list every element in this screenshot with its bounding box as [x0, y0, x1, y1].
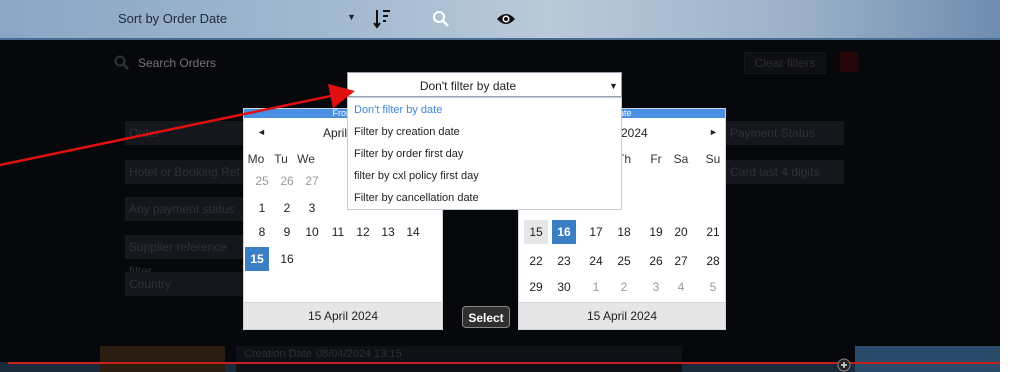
calendar-day[interactable]: 2	[275, 196, 299, 220]
weekday-label: Su	[705, 152, 721, 166]
top-toolbar: Sort by Order Date ▼	[0, 0, 1000, 40]
calendar-day[interactable]: 16	[275, 247, 299, 271]
calendar-day[interactable]: 21	[701, 220, 725, 244]
annotation-line	[8, 362, 1000, 364]
date-filter-select[interactable]: Don't filter by date ▼	[347, 72, 622, 97]
calendar-day[interactable]: 14	[401, 220, 425, 244]
calendar-day[interactable]: 19	[644, 220, 668, 244]
calendar-day[interactable]: 2	[612, 275, 636, 299]
creation-date-label: Creation Date	[244, 348, 312, 360]
date-filter-option-creation[interactable]: Filter by creation date	[354, 126, 460, 138]
sort-select[interactable]: Sort by Order Date	[118, 11, 227, 26]
weekday-label: Tu	[274, 152, 288, 166]
calendar-day[interactable]: 27	[669, 249, 693, 273]
calendar-day[interactable]: 15	[524, 220, 548, 244]
calendar-day[interactable]: 9	[275, 220, 299, 244]
payment-status-field[interactable]: Any payment status	[125, 197, 250, 221]
date-filter-menu: Don't filter by date Filter by creation …	[347, 97, 622, 210]
order-filter-field[interactable]: Order	[125, 121, 250, 145]
calendar-day[interactable]: 4	[669, 275, 693, 299]
calendar-day[interactable]: 28	[701, 249, 725, 273]
weekday-label: Sa	[673, 152, 689, 166]
card-last4-field[interactable]: Card last 4 digits	[726, 160, 844, 184]
calendar-day[interactable]: 25	[612, 249, 636, 273]
page-edge	[1000, 0, 1015, 372]
calendar-day[interactable]: 5	[701, 275, 725, 299]
calendar-day[interactable]: 23	[552, 249, 576, 273]
chevron-down-icon: ▼	[609, 81, 618, 91]
calendar-day[interactable]: 30	[552, 275, 576, 299]
remove-filter-button[interactable]	[840, 52, 858, 72]
booking-ref-field[interactable]: Hotel or Booking Ref	[125, 160, 250, 184]
country-field[interactable]: Country	[125, 272, 250, 296]
calendar-day[interactable]: 26	[644, 249, 668, 273]
search-icon[interactable]	[432, 10, 450, 28]
calendar-day[interactable]: 18	[612, 220, 636, 244]
calendar-day[interactable]: 3	[644, 275, 668, 299]
supplier-reference-field[interactable]: Supplier reference filter	[125, 235, 250, 278]
calendar-day[interactable]: 25	[250, 169, 274, 193]
eye-icon[interactable]	[496, 11, 516, 27]
calendar-day[interactable]: 27	[300, 169, 324, 193]
calendar-day-selected[interactable]: 15	[245, 247, 269, 271]
calendar-day[interactable]: 8	[250, 220, 274, 244]
calendar-day[interactable]: 13	[376, 220, 400, 244]
date-filter-option-cancellation[interactable]: Filter by cancellation date	[354, 192, 479, 204]
clear-filters-button[interactable]: Clear filters	[744, 52, 826, 74]
calendar-day[interactable]: 17	[584, 220, 608, 244]
background-photo	[855, 346, 1000, 372]
calendar-day[interactable]: 3	[300, 196, 324, 220]
calendar-from-month: April	[323, 126, 348, 140]
calendar-day-selected[interactable]: 16	[552, 220, 576, 244]
weekday-label: Mo	[247, 152, 265, 166]
weekday-label: We	[297, 152, 315, 166]
payment-status-filter[interactable]: Payment Status	[726, 121, 844, 145]
calendar-day[interactable]: 11	[326, 220, 350, 244]
calendar-day[interactable]: 1	[250, 196, 274, 220]
calendar-to-footer: 15 April 2024	[519, 302, 725, 329]
hotel-thumbnail	[100, 346, 225, 372]
calendar-day[interactable]: 24	[584, 249, 608, 273]
search-icon	[114, 55, 129, 70]
calendar-day[interactable]: 26	[275, 169, 299, 193]
calendar-to-month: 2024	[621, 126, 648, 140]
calendar-day[interactable]: 22	[524, 249, 548, 273]
calendar-day[interactable]: 29	[524, 275, 548, 299]
weekday-label: Fr	[650, 152, 662, 166]
calendar-day[interactable]: 10	[300, 220, 324, 244]
date-filter-option-none[interactable]: Don't filter by date	[354, 104, 442, 116]
sort-direction-icon[interactable]	[373, 8, 391, 30]
calendar-from-footer: 15 April 2024	[244, 302, 442, 329]
search-input[interactable]	[138, 54, 338, 72]
calendar-day[interactable]: 1	[584, 275, 608, 299]
date-filter-option-first-day[interactable]: Filter by order first day	[354, 148, 463, 160]
calendar-day[interactable]: 20	[669, 220, 693, 244]
creation-date-value: 08/04/2024 13:15	[316, 348, 402, 360]
date-filter-selected: Don't filter by date	[419, 79, 517, 93]
zoom-icon[interactable]	[837, 358, 851, 372]
next-month-icon[interactable]: ►	[709, 127, 718, 137]
prev-month-icon[interactable]: ◄	[257, 127, 266, 137]
select-button[interactable]: Select	[462, 306, 510, 328]
chevron-down-icon[interactable]: ▼	[347, 12, 356, 22]
date-filter-option-cxl-policy[interactable]: filter by cxl policy first day	[354, 170, 479, 182]
calendar-day[interactable]: 12	[351, 220, 375, 244]
